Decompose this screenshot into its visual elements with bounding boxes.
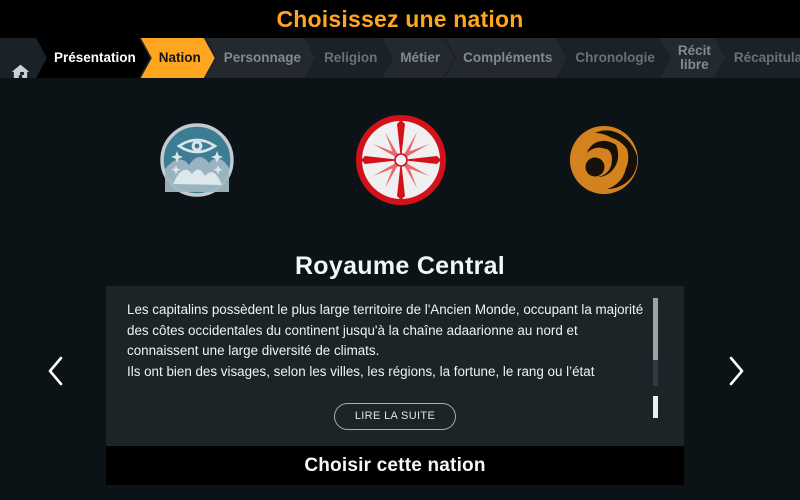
chevron-left-icon <box>46 355 66 387</box>
breadcrumb-step-label: Présentation <box>54 49 136 65</box>
emblem-compass-rose[interactable] <box>355 114 447 206</box>
breadcrumb: Présentation Nation Personnage Religion Méti… <box>0 38 800 78</box>
nation-emblem-carousel <box>0 95 800 225</box>
choose-nation-button[interactable]: Choisir cette nation <box>106 446 684 485</box>
previous-nation-button[interactable] <box>32 346 80 396</box>
breadcrumb-step-label: Récit libre <box>677 42 711 72</box>
emblem-eye-mountain[interactable] <box>159 122 235 198</box>
breadcrumb-step-label: Nation <box>158 49 201 65</box>
breadcrumb-step-3[interactable]: Religion <box>306 38 391 78</box>
breadcrumb-step-label: Chronologie <box>575 49 655 65</box>
breadcrumb-step-label: Métier <box>400 49 441 65</box>
page-header: Choisissez une nation <box>0 0 800 38</box>
emblem-orange-swirl[interactable] <box>567 123 641 197</box>
home-icon <box>10 48 31 69</box>
breadcrumb-home-button[interactable] <box>0 38 45 78</box>
breadcrumb-step-label: Récapitulatif <box>733 49 800 65</box>
description-scrollbar-thumb[interactable] <box>653 298 658 360</box>
chevron-right-icon <box>726 355 746 387</box>
nation-name: Royaume Central <box>294 252 506 280</box>
page-title: Choisissez une nation <box>276 5 524 32</box>
breadcrumb-step-label: Religion <box>324 49 378 65</box>
nation-description-text: Les capitalins possèdent le plus large t… <box>127 302 644 379</box>
breadcrumb-step-2[interactable]: Personnage <box>206 38 315 78</box>
breadcrumb-step-7[interactable]: Récit libre <box>660 38 725 78</box>
breadcrumb-step-1[interactable]: Nation <box>141 38 215 78</box>
breadcrumb-step-5[interactable]: Compléments <box>445 38 566 78</box>
nation-selection-screen: Choisissez une nation Présentation Nation… <box>0 0 800 500</box>
breadcrumb-step-6[interactable]: Chronologie <box>557 38 669 78</box>
breadcrumb-step-4[interactable]: Métier <box>382 38 454 78</box>
breadcrumb-step-8[interactable]: Récapitulatif <box>716 38 800 78</box>
description-scrollbar[interactable] <box>653 298 658 386</box>
read-more-container: LIRE LA SUITE <box>106 403 684 430</box>
breadcrumb-step-0[interactable]: Présentation <box>36 38 150 78</box>
breadcrumb-step-label: Compléments <box>463 49 553 65</box>
next-nation-button[interactable] <box>712 346 760 396</box>
read-more-button[interactable]: LIRE LA SUITE <box>333 403 457 430</box>
breadcrumb-step-label: Personnage <box>223 49 302 65</box>
nation-description-panel: Les capitalins possèdent le plus large t… <box>106 286 684 446</box>
